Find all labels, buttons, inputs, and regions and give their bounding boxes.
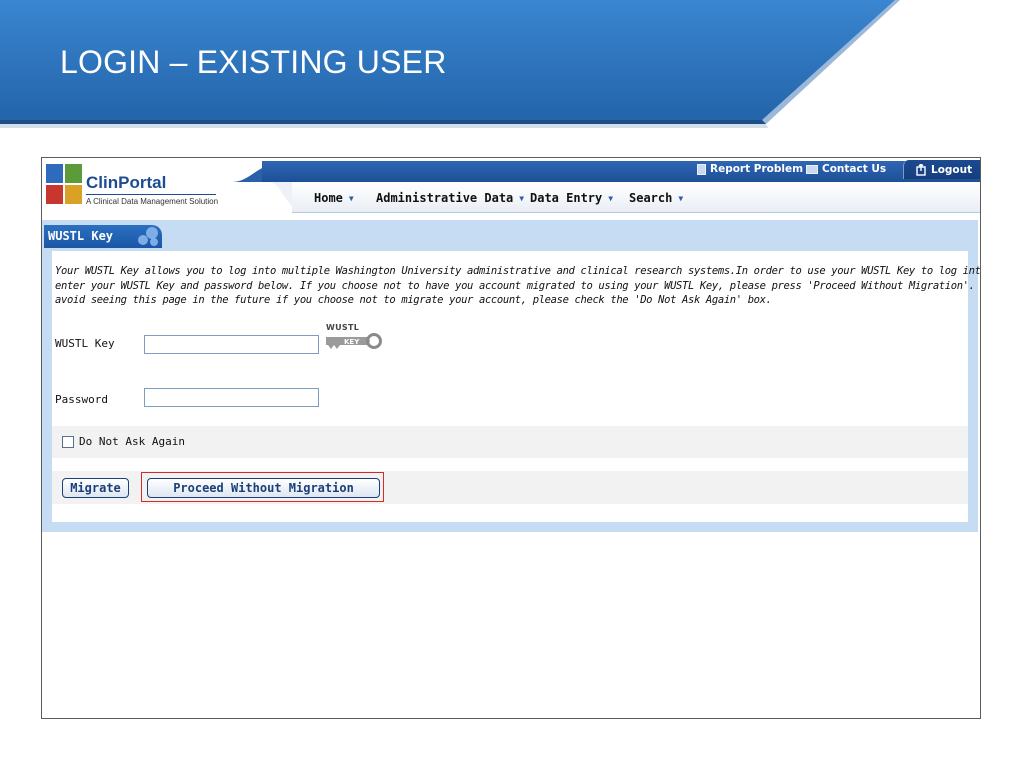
calendar-icon: [64, 163, 83, 184]
logo-name-suffix: Portal: [118, 173, 167, 192]
description-line: avoid seeing this page in the future if …: [55, 294, 772, 306]
nav-home-label: Home: [314, 191, 343, 205]
nav-data-entry[interactable]: Data Entry ▼: [530, 191, 613, 205]
contact-us-link[interactable]: Contact Us: [806, 163, 886, 175]
document-icon: [697, 163, 706, 175]
logo-underline: [86, 194, 216, 195]
do-not-ask-checkbox[interactable]: [62, 436, 74, 448]
logo-name-prefix: Clin: [86, 173, 119, 192]
do-not-ask-label: Do Not Ask Again: [79, 435, 185, 448]
caret-down-icon: ▼: [608, 193, 614, 203]
nav-data-entry-label: Data Entry: [530, 191, 603, 205]
logo-icons: [45, 163, 83, 205]
nav-administrative-data-label: Administrative Data: [376, 191, 514, 205]
logo-name: ClinPortal: [86, 173, 166, 193]
password-input[interactable]: [144, 388, 319, 407]
logo-subtitle: A Clinical Data Management Solution: [86, 197, 219, 206]
password-label: Password: [55, 393, 108, 406]
migrate-button[interactable]: Migrate: [62, 478, 129, 498]
slide-banner: LOGIN – EXISTING USER: [0, 0, 1024, 132]
slide-title: LOGIN – EXISTING USER: [60, 44, 447, 80]
nav-search[interactable]: Search ▼: [629, 191, 683, 205]
caret-down-icon: ▼: [348, 193, 354, 203]
app-header: ClinPortal A Clinical Data Management So…: [42, 158, 980, 215]
description-line: Your WUSTL Key allows you to log into mu…: [55, 265, 981, 277]
button-row: Migrate Proceed Without Migration: [52, 471, 968, 504]
wustl-key-input[interactable]: [144, 335, 319, 354]
do-not-ask-row: Do Not Ask Again: [52, 426, 968, 458]
caret-down-icon: ▼: [678, 193, 684, 203]
wustl-key-label: WUSTL Key: [55, 337, 115, 350]
content-area: WUSTL Key Your WUSTL Key allows you to l…: [42, 220, 981, 532]
key-logo-top-text: WUSTL: [326, 323, 360, 332]
envelope-icon: [806, 164, 818, 174]
proceed-without-migration-button[interactable]: Proceed Without Migration: [147, 478, 380, 498]
contact-us-label: Contact Us: [822, 163, 887, 175]
nav-search-label: Search: [629, 191, 673, 205]
nav-home[interactable]: Home ▼: [314, 191, 354, 205]
nav-administrative-data[interactable]: Administrative Data ▼: [376, 191, 524, 205]
doctor-icon: [64, 184, 83, 205]
caret-down-icon: ▼: [519, 193, 525, 203]
section-title: WUSTL Key: [48, 229, 114, 243]
description-line: enter your WUSTL Key and password below.…: [55, 279, 981, 292]
logout-icon: [916, 163, 926, 176]
logout-label: Logout: [931, 163, 973, 176]
person-icon: [45, 163, 64, 184]
clinportal-window: ClinPortal A Clinical Data Management So…: [41, 157, 981, 719]
key-logo-bottom-text: KEY: [344, 338, 360, 346]
wustl-key-panel: Your WUSTL Key allows you to log into mu…: [52, 251, 981, 522]
section-tab: WUSTL Key: [44, 225, 162, 248]
report-problem-label: Report Problem: [710, 163, 804, 175]
logout-button[interactable]: Logout: [903, 160, 980, 179]
wustl-key-logo: WUSTL KEY: [324, 323, 384, 355]
bubbles-icon: [136, 226, 160, 247]
description-text: Your WUSTL Key allows you to log into mu…: [55, 264, 981, 308]
report-problem-link[interactable]: Report Problem: [697, 163, 803, 175]
pen-icon: [45, 184, 64, 205]
